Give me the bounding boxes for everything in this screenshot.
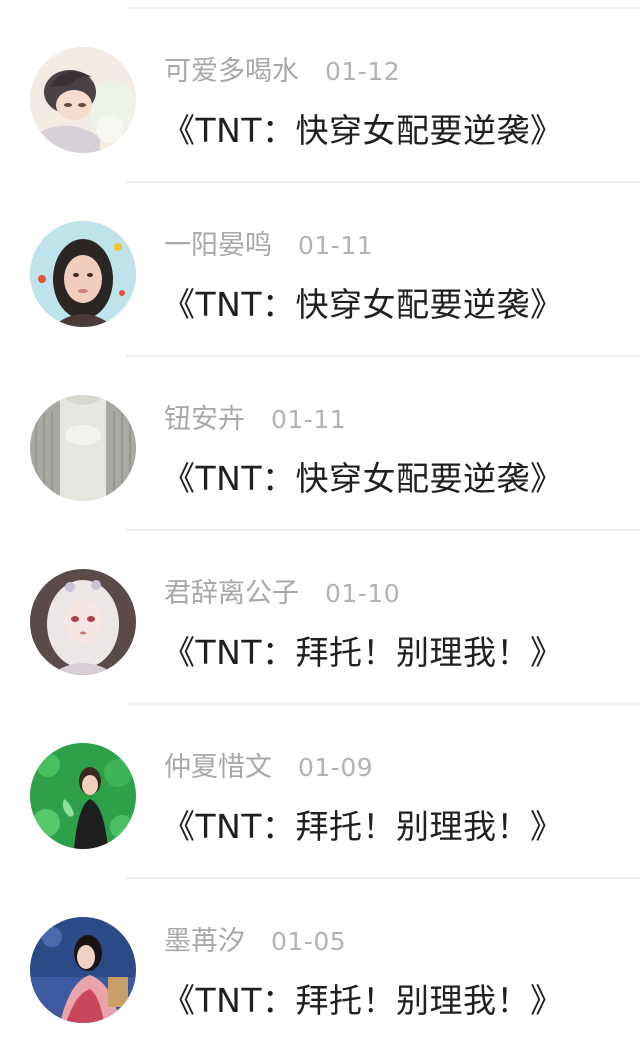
username[interactable]: 钮安卉 (164, 404, 245, 435)
comment-feed: 可爱多喝水 01-12 《TNT：快穿女配要逆袭》 一阳晏鸣 01-11 《TNT：… (0, 0, 640, 1051)
list-item[interactable]: 钮安卉 01-11 《TNT：快穿女配要逆袭》 (0, 357, 640, 531)
username[interactable]: 仲夏惜文 (164, 752, 272, 783)
timestamp: 01-10 (325, 579, 401, 608)
list-item[interactable]: 仲夏惜文 01-09 《TNT：拜托！别理我！》 (0, 705, 640, 879)
username[interactable]: 一阳晏鸣 (164, 230, 272, 261)
book-title[interactable]: 《TNT：拜托！别理我！》 (162, 977, 564, 1025)
comment-meta: 一阳晏鸣 01-11 (164, 226, 373, 266)
anime-girl-avatar-icon (30, 569, 136, 675)
comment-meta: 君辞离公子 01-10 (164, 574, 400, 614)
comment-meta: 仲夏惜文 01-09 (164, 748, 373, 788)
book-title[interactable]: 《TNT：快穿女配要逆袭》 (162, 455, 564, 503)
user-avatar[interactable] (30, 917, 136, 1023)
username[interactable]: 君辞离公子 (164, 578, 299, 609)
timestamp: 01-09 (298, 753, 374, 782)
book-title[interactable]: 《TNT：快穿女配要逆袭》 (162, 281, 564, 329)
timestamp: 01-11 (298, 231, 374, 260)
username[interactable]: 可爱多喝水 (164, 56, 299, 87)
anime-avatar-icon (30, 47, 136, 153)
list-item[interactable]: 君辞离公子 01-10 《TNT：拜托！别理我！》 (0, 531, 640, 705)
curtain-avatar-icon (30, 395, 136, 501)
green-portrait-avatar-icon (30, 743, 136, 849)
username[interactable]: 墨苒汐 (164, 926, 245, 957)
user-avatar[interactable] (30, 569, 136, 675)
list-item[interactable]: 可爱多喝水 01-12 《TNT：快穿女配要逆袭》 (0, 9, 640, 183)
user-avatar[interactable] (30, 221, 136, 327)
comment-meta: 墨苒汐 01-05 (164, 922, 346, 962)
book-title[interactable]: 《TNT：拜托！别理我！》 (162, 803, 564, 851)
comment-meta: 钮安卉 01-11 (164, 400, 346, 440)
costume-portrait-avatar-icon (30, 917, 136, 1023)
user-avatar[interactable] (30, 47, 136, 153)
list-item[interactable]: 墨苒汐 01-05 《TNT：拜托！别理我！》 (0, 879, 640, 1051)
comment-meta: 可爱多喝水 01-12 (164, 52, 400, 92)
timestamp: 01-05 (271, 927, 347, 956)
user-avatar[interactable] (30, 743, 136, 849)
book-title[interactable]: 《TNT：快穿女配要逆袭》 (162, 107, 564, 155)
book-title[interactable]: 《TNT：拜托！别理我！》 (162, 629, 564, 677)
timestamp: 01-11 (271, 405, 347, 434)
list-item[interactable]: 一阳晏鸣 01-11 《TNT：快穿女配要逆袭》 (0, 183, 640, 357)
timestamp: 01-12 (325, 57, 401, 86)
portrait-avatar-icon (30, 221, 136, 327)
user-avatar[interactable] (30, 395, 136, 501)
